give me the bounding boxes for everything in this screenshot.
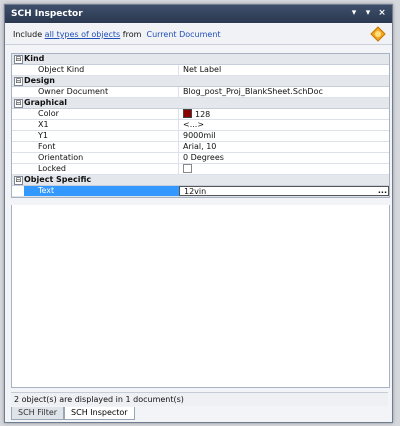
- filter-prefix: Include: [13, 30, 43, 39]
- status-bar: 2 object(s) are displayed in 1 document(…: [11, 392, 388, 406]
- edit-ellipsis-button[interactable]: ...: [378, 186, 387, 196]
- filter-middle: from: [122, 30, 142, 39]
- section-title: Kind: [24, 54, 45, 63]
- property-value[interactable]: Blog_post_Proj_BlankSheet.SchDoc: [179, 87, 389, 97]
- collapse-toggle-icon[interactable]: ⊟: [14, 176, 23, 185]
- property-value[interactable]: 128: [179, 109, 389, 119]
- property-value-text: Blog_post_Proj_BlankSheet.SchDoc: [183, 87, 323, 96]
- property-name: Orientation: [24, 153, 179, 163]
- collapse-toggle-icon[interactable]: ⊟: [14, 55, 23, 64]
- property-value-text: Arial, 10: [183, 142, 217, 151]
- menu-dropdown-icon[interactable]: ▾: [348, 7, 360, 19]
- collapse-toggle-icon[interactable]: ⊟: [14, 77, 23, 86]
- property-value-text: Net Label: [183, 65, 222, 74]
- grid-empty-area: [11, 205, 390, 388]
- property-row[interactable]: Font Arial, 10: [12, 142, 389, 153]
- property-value[interactable]: 0 Degrees: [179, 153, 389, 163]
- property-value[interactable]: 9000mil: [179, 131, 389, 141]
- property-value-text: 0 Degrees: [183, 153, 224, 162]
- color-swatch[interactable]: [183, 109, 192, 118]
- property-value[interactable]: Net Label: [179, 65, 389, 75]
- section-title: Object Specific: [24, 175, 92, 184]
- property-name: Owner Document: [24, 87, 179, 97]
- property-name: X1: [24, 120, 179, 130]
- property-row[interactable]: Y1 9000mil: [12, 131, 389, 142]
- inspector-panel: SCH Inspector ▾ ▾ × Include all types of…: [4, 4, 393, 423]
- property-grid: ⊟ Kind Object Kind Net Label ⊟ Design Owner Do…: [11, 53, 390, 198]
- property-row[interactable]: Color 128: [12, 109, 389, 120]
- property-name: Color: [24, 109, 179, 119]
- property-row[interactable]: Orientation 0 Degrees: [12, 153, 389, 164]
- filter-bar: Include all types of objects from Curren…: [5, 24, 392, 45]
- property-name: Object Kind: [24, 65, 179, 75]
- property-row[interactable]: Owner Document Blog_post_Proj_BlankSheet.…: [12, 87, 389, 98]
- property-name: Locked: [24, 164, 179, 174]
- panel-titlebar[interactable]: SCH Inspector ▾ ▾ ×: [5, 5, 392, 23]
- property-value[interactable]: 12vin...: [179, 186, 389, 196]
- section-title: Design: [24, 76, 55, 85]
- section-header[interactable]: ⊟ Object Specific: [12, 175, 389, 186]
- section-header[interactable]: ⊟ Kind: [12, 54, 389, 65]
- property-value-text: 9000mil: [183, 131, 216, 140]
- bulb-icon[interactable]: [370, 26, 386, 42]
- panel-title: SCH Inspector: [11, 9, 83, 19]
- collapse-toggle-icon[interactable]: ⊟: [14, 99, 23, 108]
- property-value-text: 12vin: [184, 187, 207, 196]
- close-icon[interactable]: ×: [376, 7, 388, 19]
- panel-tabs: SCH Filter SCH Inspector: [11, 407, 135, 420]
- tab-sch-filter[interactable]: SCH Filter: [11, 407, 65, 420]
- property-name: Font: [24, 142, 179, 152]
- pin-icon[interactable]: ▾: [362, 7, 374, 19]
- property-row[interactable]: X1 <...>: [12, 120, 389, 131]
- section-header[interactable]: ⊟ Design: [12, 76, 389, 87]
- property-value[interactable]: [179, 164, 389, 174]
- property-name: Y1: [24, 131, 179, 141]
- tab-sch-inspector[interactable]: SCH Inspector: [64, 407, 135, 420]
- property-value-text: 128: [195, 110, 211, 119]
- locked-checkbox[interactable]: [183, 164, 192, 173]
- property-value[interactable]: <...>: [179, 120, 389, 130]
- object-scope-link[interactable]: all types of objects: [45, 30, 121, 39]
- section-title: Graphical: [24, 98, 67, 107]
- property-row[interactable]: Locked: [12, 164, 389, 175]
- property-row[interactable]: Text 12vin...: [12, 186, 389, 197]
- document-scope-link[interactable]: Current Document: [146, 30, 220, 39]
- property-name: Text: [24, 186, 179, 196]
- section-header[interactable]: ⊟ Graphical: [12, 98, 389, 109]
- property-value[interactable]: Arial, 10: [179, 142, 389, 152]
- property-row[interactable]: Object Kind Net Label: [12, 65, 389, 76]
- property-value-text: <...>: [183, 120, 205, 129]
